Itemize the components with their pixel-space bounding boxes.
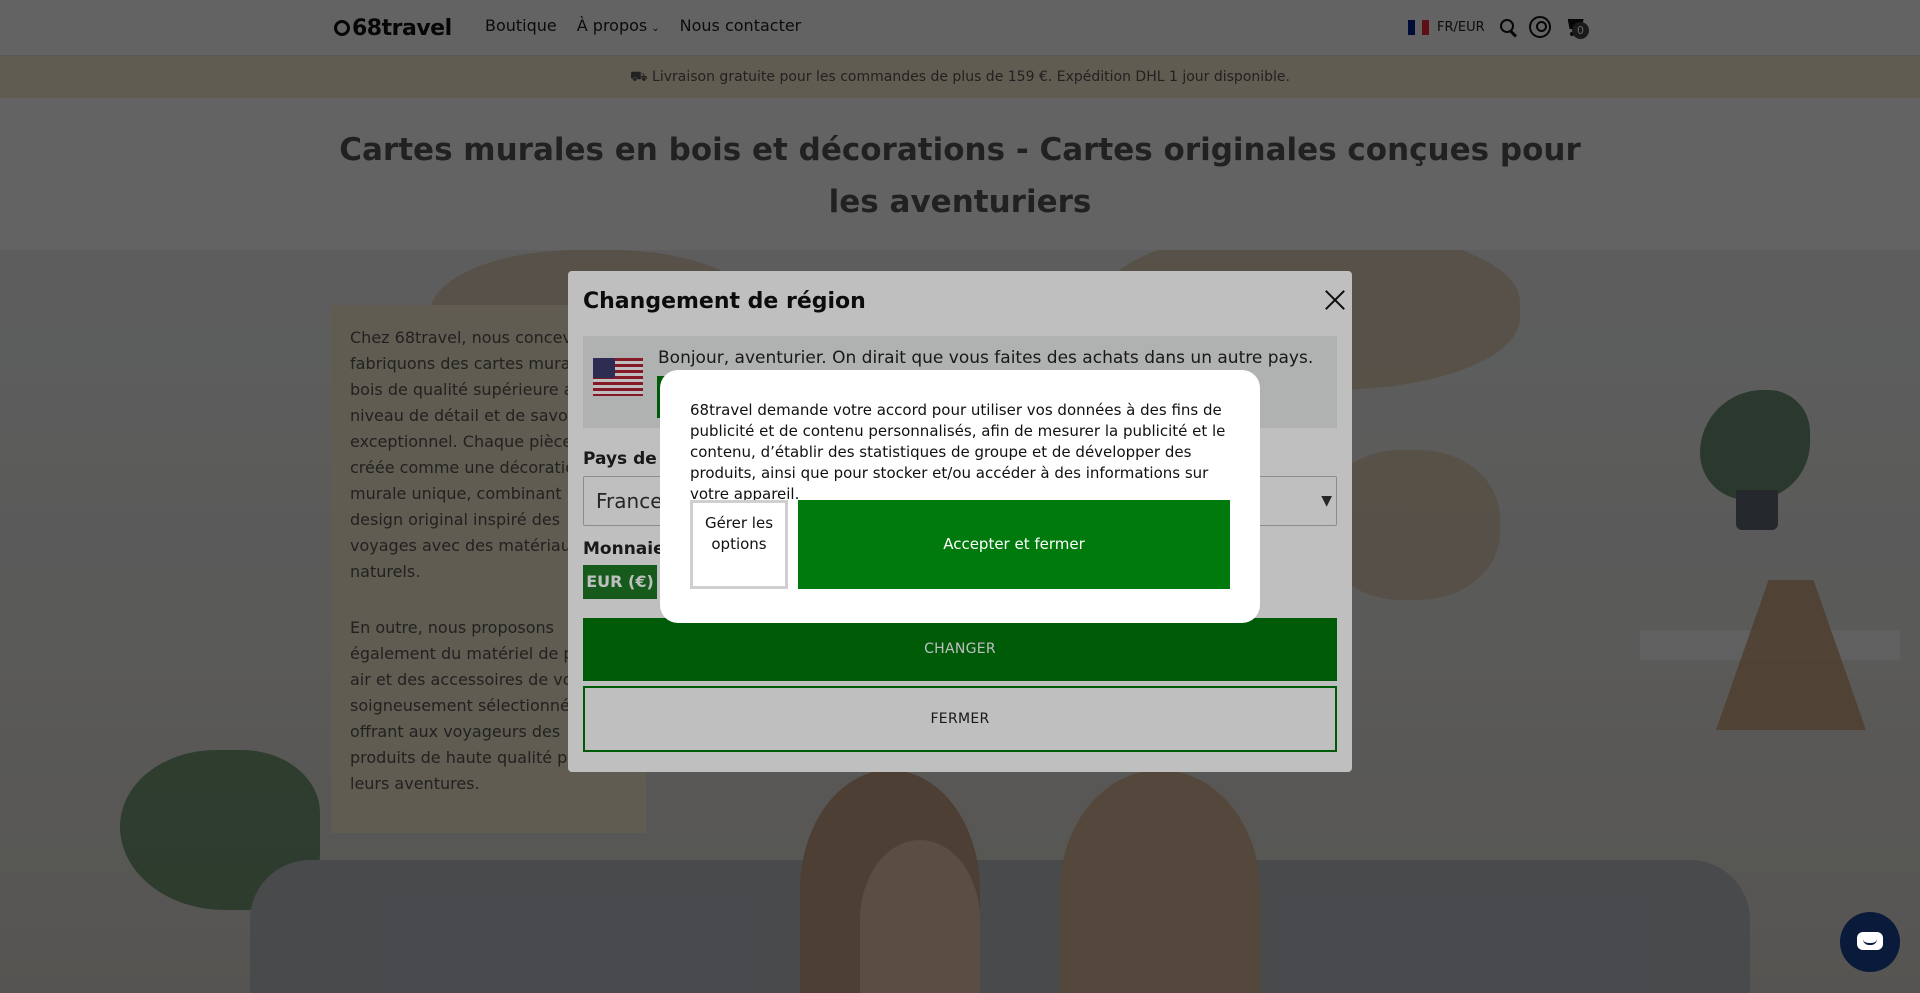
consent-dialog: 68travel demande votre accord pour utili… bbox=[660, 370, 1260, 623]
consent-text: 68travel demande votre accord pour utili… bbox=[690, 401, 1226, 503]
chat-launcher[interactable] bbox=[1840, 912, 1900, 972]
chat-icon bbox=[1857, 932, 1883, 950]
manage-options-button[interactable]: Gérer les options bbox=[690, 500, 788, 589]
accept-close-button[interactable]: Accepter et fermer bbox=[798, 500, 1230, 589]
